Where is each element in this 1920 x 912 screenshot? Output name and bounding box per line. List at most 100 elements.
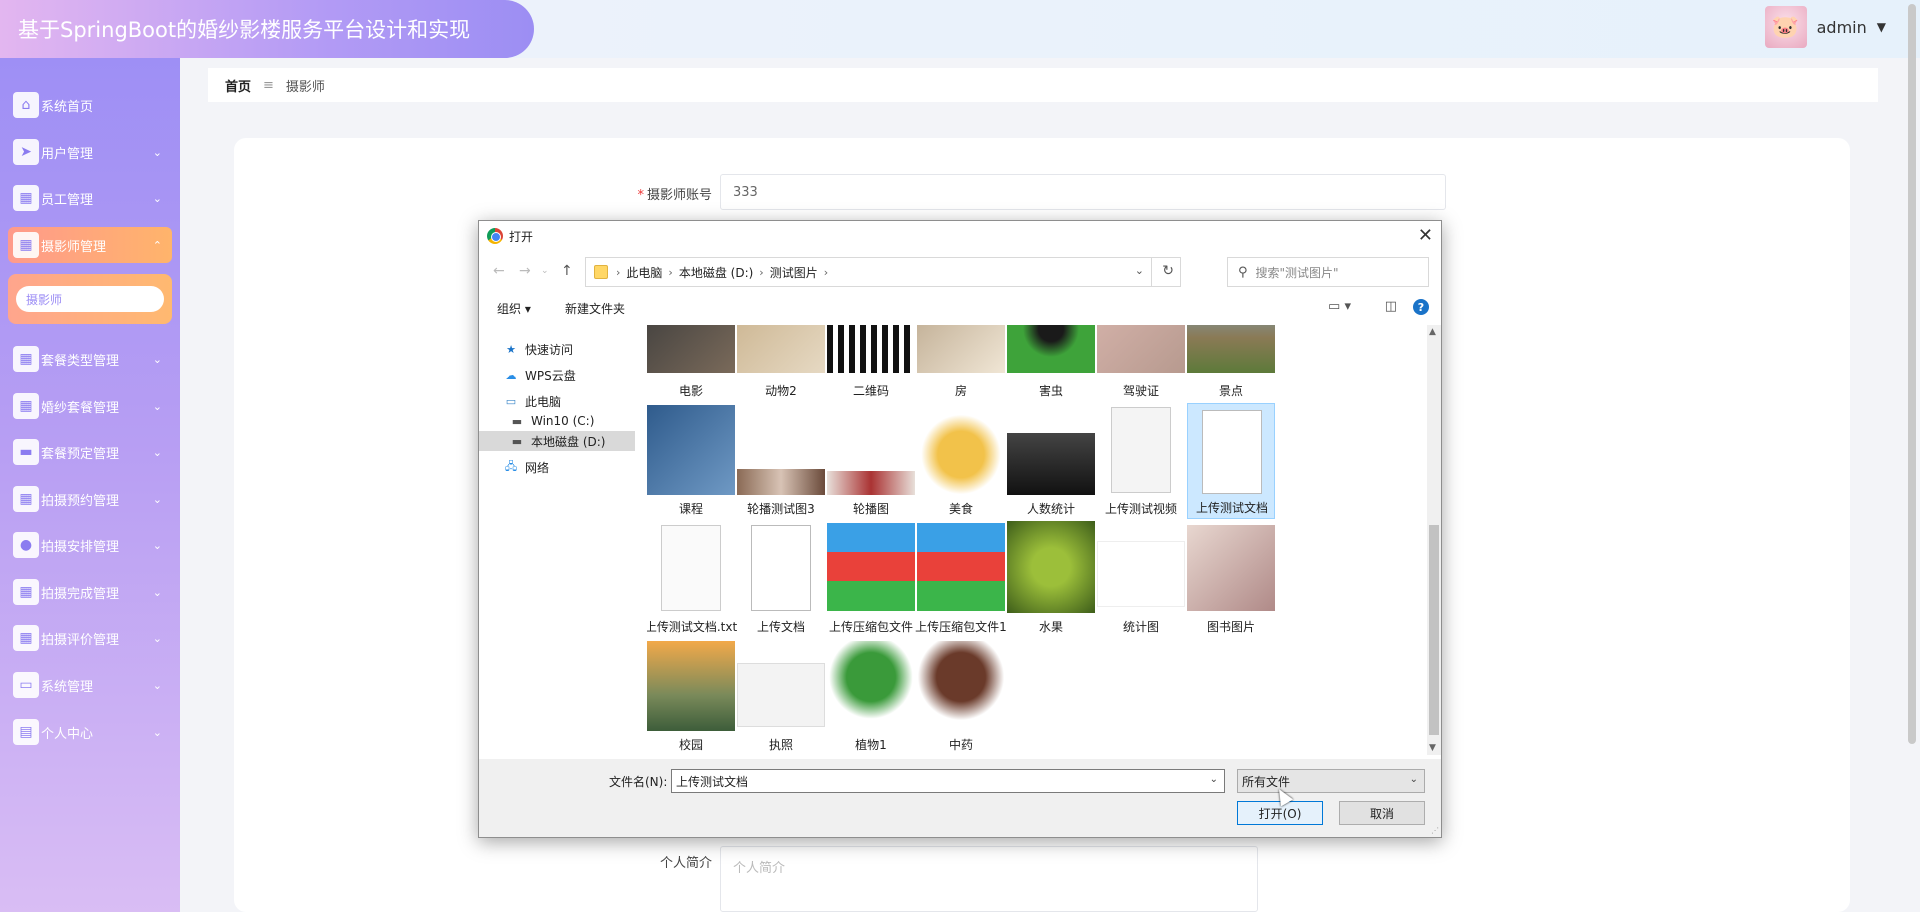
- sidebar-item-system[interactable]: ▭ 系统管理 ⌄: [8, 667, 172, 703]
- grid-icon: ▦: [13, 486, 39, 512]
- path-segment[interactable]: 测试图片: [770, 264, 818, 281]
- submenu-item-photographer[interactable]: 摄影师: [16, 286, 164, 312]
- back-arrow-icon[interactable]: ←: [493, 263, 505, 279]
- account-input[interactable]: 333: [720, 174, 1446, 210]
- file-item[interactable]: 执照: [737, 639, 825, 755]
- image-thumbnail: [647, 325, 735, 373]
- preview-pane-icon[interactable]: ◫: [1385, 299, 1397, 314]
- file-item[interactable]: 房: [917, 325, 1005, 401]
- image-thumbnail: [1007, 521, 1095, 613]
- file-item[interactable]: 水果: [1007, 521, 1095, 637]
- help-icon[interactable]: ?: [1413, 299, 1429, 315]
- user-menu[interactable]: 🐷 admin ▼: [1764, 6, 1886, 48]
- intro-textarea[interactable]: 个人简介: [720, 846, 1258, 912]
- image-thumbnail: [917, 405, 1005, 495]
- user-name[interactable]: admin: [1817, 18, 1867, 37]
- sidebar-item-profile[interactable]: ▤ 个人中心 ⌄: [8, 714, 172, 750]
- dialog-footer: 文件名(N): 上传测试文档 ⌄ 所有文件 ⌄ 打开(O) 取消 ⋰: [479, 759, 1441, 837]
- filename-input[interactable]: 上传测试文档 ⌄: [671, 769, 1225, 793]
- sidebar-item-shoot-complete[interactable]: ▦ 拍摄完成管理 ⌄: [8, 574, 172, 610]
- scroll-down-icon[interactable]: ▼: [1429, 743, 1436, 753]
- top-header: 基于SpringBoot的婚纱影楼服务平台设计和实现 🐷 admin ▼: [0, 0, 1920, 58]
- breadcrumb-home[interactable]: 首页: [225, 76, 251, 95]
- path-segment[interactable]: 此电脑: [626, 264, 662, 281]
- scroll-up-icon[interactable]: ▲: [1429, 327, 1436, 337]
- file-item[interactable]: 驾驶证: [1097, 325, 1185, 401]
- file-item[interactable]: 动物2: [737, 325, 825, 401]
- grid-icon: ▦: [13, 232, 39, 258]
- intro-label: 个人简介: [659, 856, 712, 871]
- page-scrollbar[interactable]: [1908, 4, 1916, 744]
- tree-item-this-pc[interactable]: ▭ 此电脑: [479, 391, 635, 411]
- chrome-icon: [487, 228, 503, 244]
- new-folder-button[interactable]: 新建文件夹: [565, 300, 625, 317]
- sidebar-item-package-booking[interactable]: ▬ 套餐预定管理 ⌄: [8, 434, 172, 470]
- view-options-icon[interactable]: ▭ ▾: [1328, 299, 1351, 314]
- file-item-selected[interactable]: 上传测试文档: [1187, 403, 1275, 519]
- file-item[interactable]: 图书图片: [1187, 521, 1275, 637]
- image-thumbnail: [647, 641, 735, 731]
- file-item[interactable]: 校园: [647, 639, 735, 755]
- sidebar-item-home[interactable]: ⌂ 系统首页: [8, 87, 172, 123]
- file-item[interactable]: 上传文档: [737, 521, 825, 637]
- file-item[interactable]: 课程: [647, 403, 735, 519]
- search-input[interactable]: ⚲ 搜索"测试图片": [1227, 257, 1429, 287]
- file-item[interactable]: 轮播图: [827, 403, 915, 519]
- recent-dropdown-icon[interactable]: ⌄: [541, 266, 549, 276]
- sidebar-item-wedding-package[interactable]: ▦ 婚纱套餐管理 ⌄: [8, 388, 172, 424]
- file-item[interactable]: 景点: [1187, 325, 1275, 401]
- file-item[interactable]: 植物1: [827, 639, 915, 755]
- address-dropdown-icon[interactable]: ⌄: [1135, 264, 1144, 277]
- tree-item-network[interactable]: 🖧 网络: [479, 457, 635, 477]
- path-segment[interactable]: 本地磁盘 (D:): [679, 264, 753, 281]
- ticket-icon: ▬: [13, 439, 39, 465]
- tree-item-drive-c[interactable]: ▬ Win10 (C:): [479, 411, 635, 431]
- folder-icon: [594, 265, 608, 279]
- caret-down-icon[interactable]: ▼: [1877, 20, 1886, 34]
- refresh-icon[interactable]: ↻: [1162, 263, 1174, 279]
- file-item[interactable]: 轮播测试图3: [737, 403, 825, 519]
- forward-arrow-icon[interactable]: →: [519, 263, 531, 279]
- file-item[interactable]: 电影: [647, 325, 735, 401]
- user-avatar[interactable]: 🐷: [1764, 6, 1807, 48]
- file-item[interactable]: 中药: [917, 639, 1005, 755]
- address-bar[interactable]: › 此电脑 › 本地磁盘 (D:) › 测试图片 › ⌄ ↻: [585, 257, 1181, 287]
- chevron-down-icon[interactable]: ⌄: [1410, 774, 1418, 785]
- file-item[interactable]: 美食: [917, 403, 1005, 519]
- cancel-button[interactable]: 取消: [1339, 801, 1425, 825]
- file-item[interactable]: 害虫: [1007, 325, 1095, 401]
- sidebar-item-photographer[interactable]: ▦ 摄影师管理 ⌃: [8, 227, 172, 263]
- grid-icon: ▦: [13, 579, 39, 605]
- word-file-icon: [751, 525, 811, 611]
- chevron-down-icon[interactable]: ⌄: [1210, 774, 1218, 785]
- tree-item-quick-access[interactable]: ★ 快速访问: [479, 339, 635, 359]
- file-item[interactable]: 上传测试文档.txt: [647, 521, 737, 637]
- file-list-scrollbar[interactable]: ▲ ▼: [1427, 325, 1441, 755]
- file-item[interactable]: 上传压缩包文件: [827, 521, 915, 637]
- search-icon: ⚲: [1238, 264, 1248, 280]
- filetype-select[interactable]: 所有文件 ⌄: [1237, 769, 1425, 793]
- close-icon[interactable]: ✕: [1418, 225, 1433, 246]
- account-label: * 摄影师账号: [637, 188, 712, 203]
- file-item[interactable]: 上传测试视频: [1097, 403, 1185, 519]
- up-arrow-icon[interactable]: ↑: [561, 263, 573, 279]
- scroll-thumb[interactable]: [1429, 525, 1439, 735]
- sidebar-item-shoot-appointment[interactable]: ▦ 拍摄预约管理 ⌄: [8, 481, 172, 517]
- sidebar-item-shoot-schedule[interactable]: ● 拍摄安排管理 ⌄: [8, 527, 172, 563]
- organize-button[interactable]: 组织 ▾: [497, 300, 531, 317]
- star-icon: ★: [506, 342, 516, 356]
- image-thumbnail: [647, 405, 735, 495]
- file-item[interactable]: 二维码: [827, 325, 915, 401]
- tree-item-wps-cloud[interactable]: ☁ WPS云盘: [479, 365, 635, 385]
- tree-item-drive-d[interactable]: ▬ 本地磁盘 (D:): [479, 431, 635, 451]
- sidebar-item-staff[interactable]: ▦ 员工管理 ⌄: [8, 180, 172, 216]
- dialog-title: 打开: [509, 229, 534, 244]
- sidebar-item-shoot-review[interactable]: ▦ 拍摄评价管理 ⌄: [8, 620, 172, 656]
- sidebar-item-users[interactable]: ➤ 用户管理 ⌄: [8, 134, 172, 170]
- file-item[interactable]: 上传压缩包文件1: [915, 521, 1007, 637]
- archive-file-icon: [917, 523, 1005, 611]
- file-item[interactable]: 统计图: [1097, 521, 1185, 637]
- file-item[interactable]: 人数统计: [1007, 403, 1095, 519]
- sidebar-item-package-type[interactable]: ▦ 套餐类型管理 ⌄: [8, 341, 172, 377]
- resize-grip-icon[interactable]: ⋰: [1431, 826, 1439, 835]
